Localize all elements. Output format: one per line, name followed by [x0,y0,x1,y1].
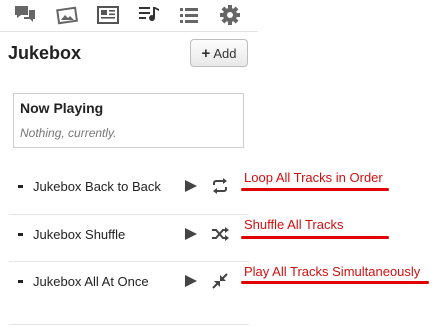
play-icon[interactable] [183,226,199,242]
tab-settings[interactable] [218,4,242,26]
tab-chat[interactable] [13,4,37,26]
drag-handle-icon[interactable] [18,280,23,283]
annotation-shuffle: Shuffle All Tracks [244,217,344,232]
track-row[interactable]: Jukebox Shuffle [9,213,249,257]
divider [9,324,249,325]
list-icon [180,8,198,23]
tab-bar [0,0,258,32]
newspaper-icon [97,6,119,24]
tab-pictures[interactable] [55,4,79,26]
now-playing-title: Now Playing [20,100,104,116]
track-name: Jukebox Shuffle [33,227,126,242]
track-row[interactable]: Jukebox Back to Back [9,165,249,209]
now-playing-box: Now Playing Nothing, currently. [13,93,244,148]
chat-icon [15,6,35,22]
plus-icon: + [201,44,211,62]
merge-arrows-icon[interactable] [211,272,229,290]
track-row[interactable]: Jukebox All At Once [9,260,249,304]
tab-list[interactable] [177,4,201,26]
annotation-underline [241,236,389,239]
add-button[interactable]: + Add [190,39,248,67]
track-name: Jukebox Back to Back [33,179,161,194]
drag-handle-icon[interactable] [18,233,23,236]
play-icon[interactable] [183,273,199,289]
add-button-label: Add [213,45,237,61]
repeat-icon[interactable] [211,177,229,195]
play-icon[interactable] [183,178,199,194]
annotation-simultaneous: Play All Tracks Simultaneously [244,264,421,279]
music-list-icon [139,7,159,22]
shuffle-icon[interactable] [211,225,229,243]
jukebox-panel: Jukebox + Add Now Playing Nothing, curre… [0,0,260,331]
drag-handle-icon[interactable] [18,185,23,188]
picture-icon [56,6,79,25]
gear-icon [220,5,240,25]
page-title: Jukebox [8,43,82,63]
track-name: Jukebox All At Once [33,274,149,289]
now-playing-status: Nothing, currently. [20,126,117,140]
tab-news[interactable] [96,4,120,26]
annotation-underline [241,281,429,284]
annotation-underline [241,188,389,191]
annotation-loop: Loop All Tracks in Order [244,170,383,185]
tab-jukebox[interactable] [137,4,161,26]
